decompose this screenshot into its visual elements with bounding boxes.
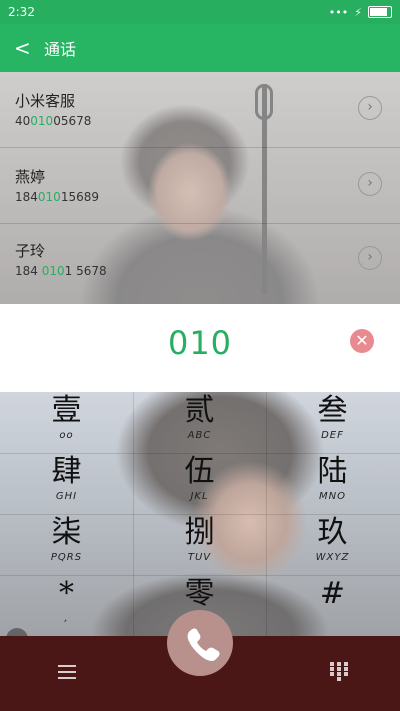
chevron-right-icon[interactable]: › <box>358 96 382 120</box>
chevron-right-icon[interactable]: › <box>358 172 382 196</box>
key-hash[interactable]: # <box>266 575 399 636</box>
contact-item[interactable]: 小米客服 4001005678 › <box>0 72 400 148</box>
chevron-right-icon[interactable]: › <box>358 246 382 270</box>
contact-item[interactable]: 燕婷 18401015689 › <box>0 148 400 224</box>
key-9[interactable]: 玖 WXYZ <box>266 514 399 575</box>
battery-icon <box>368 6 392 18</box>
notification-dots: ••• <box>328 5 349 19</box>
key-5[interactable]: 伍 JKL <box>133 453 266 514</box>
contact-item[interactable]: 子玲 184 0101 5678 › <box>0 222 400 298</box>
page-title: 通话 <box>44 40 77 59</box>
menu-icon[interactable] <box>58 665 76 679</box>
back-arrow-icon[interactable]: < <box>14 36 38 60</box>
clear-icon[interactable]: ✕ <box>350 329 374 353</box>
key-1[interactable]: 壹 oo <box>0 392 133 453</box>
dialpad-icon[interactable] <box>330 662 348 681</box>
contact-number: 4001005678 <box>15 114 92 128</box>
contact-name: 燕婷 <box>15 168 46 186</box>
key-star[interactable]: *, <box>0 575 133 636</box>
contact-name: 小米客服 <box>15 92 76 110</box>
charging-icon: ⚡ <box>354 5 362 19</box>
status-icons: ••• ⚡ <box>329 6 392 19</box>
status-bar: 2:32 ••• ⚡ <box>0 0 400 24</box>
dialed-number[interactable]: 010 <box>0 324 400 362</box>
status-time: 2:32 <box>8 5 35 19</box>
phone-icon <box>187 628 220 661</box>
app-bar: < 通话 <box>0 24 400 72</box>
key-4[interactable]: 肆 GHI <box>0 453 133 514</box>
match-highlight: 010 <box>37 190 61 204</box>
contact-number: 184 0101 5678 <box>15 264 107 278</box>
contact-number: 18401015689 <box>15 190 99 204</box>
match-highlight: 010 <box>30 114 54 128</box>
match-highlight: 010 <box>41 264 65 278</box>
key-8[interactable]: 捌 TUV <box>133 514 266 575</box>
call-button[interactable] <box>167 610 233 676</box>
key-7[interactable]: 柒 PQRS <box>0 514 133 575</box>
dial-input-area: 010 <box>0 304 400 392</box>
contact-name: 子玲 <box>15 242 46 260</box>
key-2[interactable]: 贰 ABC <box>133 392 266 453</box>
key-6[interactable]: 陆 MNO <box>266 453 399 514</box>
key-3[interactable]: 叁 DEF <box>266 392 399 453</box>
